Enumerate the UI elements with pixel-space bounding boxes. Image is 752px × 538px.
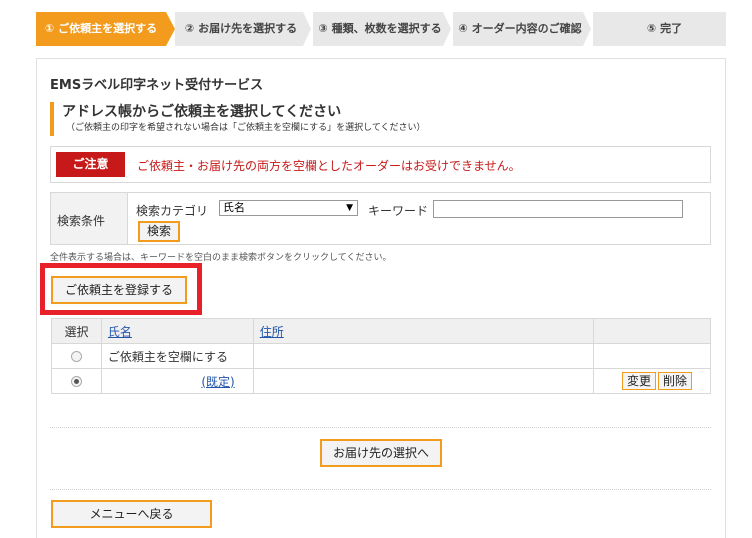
step-arrow — [166, 12, 175, 46]
step-arrow — [443, 12, 451, 46]
section-subtitle: （ご依頼主の印字を希望されない場合は「ご依頼主を空欄にする」を選択してください） — [66, 123, 426, 133]
section-accent-bar — [50, 102, 54, 136]
register-sender-button[interactable]: ご依頼主を登録する — [51, 276, 187, 304]
address-cell — [252, 368, 595, 394]
address-cell — [252, 343, 595, 369]
back-to-menu-button[interactable]: メニューへ戻る — [51, 500, 212, 528]
app-title: EMSラベル印字ネット受付サービス — [50, 78, 264, 93]
column-header-address: 住所 — [252, 318, 595, 344]
select-radio[interactable] — [70, 376, 82, 387]
step-complete: ⑤ 完了 — [593, 12, 726, 46]
divider — [50, 427, 711, 428]
step-arrow — [583, 12, 591, 46]
sender-table: 選択 氏名 住所 ご依頼主を空欄にする (既定) 変更 削除 — [51, 318, 711, 394]
default-sender-link[interactable]: (既定) — [201, 375, 234, 389]
table-row: ご依頼主を空欄にする — [51, 343, 711, 369]
next-to-recipient-button[interactable]: お届け先の選択へ — [320, 439, 442, 467]
select-cell — [51, 343, 102, 369]
actions-cell — [593, 343, 711, 369]
sort-by-name-link[interactable]: 氏名 — [108, 325, 132, 339]
search-hint: 全件表示する場合は、キーワードを空白のまま検索ボタンをクリックしてください。 — [50, 253, 392, 263]
step-confirm-order: ④ オーダー内容のご確認 — [453, 12, 583, 46]
section-title: アドレス帳からご依頼主を選択してください — [62, 104, 342, 120]
edit-button[interactable]: 変更 — [621, 372, 656, 390]
search-category-label: 検索カテゴリ — [136, 204, 209, 218]
progress-steps: ① ご依頼主を選択する ② お届け先を選択する ③ 種類、枚数を選択する ④ オ… — [36, 12, 726, 46]
step-select-type: ③ 種類、枚数を選択する — [313, 12, 443, 46]
divider — [50, 489, 711, 490]
step-select-sender: ① ご依頼主を選択する — [36, 12, 166, 46]
search-category-select[interactable]: 氏名 ▼ — [219, 200, 358, 216]
name-cell: ご依頼主を空欄にする — [100, 343, 254, 369]
search-condition-label: 検索条件 — [57, 214, 106, 228]
column-header-actions — [593, 318, 711, 344]
actions-cell: 変更 削除 — [593, 368, 711, 394]
name-cell: (既定) — [100, 368, 254, 394]
column-header-select: 選択 — [51, 318, 102, 344]
step-select-recipient: ② お届け先を選択する — [175, 12, 303, 46]
search-category-value: 氏名 — [223, 201, 245, 214]
sort-by-address-link[interactable]: 住所 — [260, 325, 284, 339]
table-row: (既定) 変更 削除 — [51, 368, 711, 394]
select-cell — [51, 368, 102, 394]
step-arrow — [303, 12, 311, 46]
notice-text: ご依頼主・お届け先の両方を空欄としたオーダーはお受けできません。 — [137, 159, 521, 173]
search-button[interactable]: 検索 — [138, 221, 180, 242]
column-header-name: 氏名 — [100, 318, 254, 344]
notice-badge: ご注意 — [56, 152, 125, 177]
select-radio[interactable] — [70, 351, 82, 362]
chevron-down-icon: ▼ — [346, 203, 353, 213]
keyword-input[interactable] — [433, 200, 683, 218]
keyword-label: キーワード — [368, 204, 429, 218]
delete-button[interactable]: 削除 — [657, 372, 692, 390]
